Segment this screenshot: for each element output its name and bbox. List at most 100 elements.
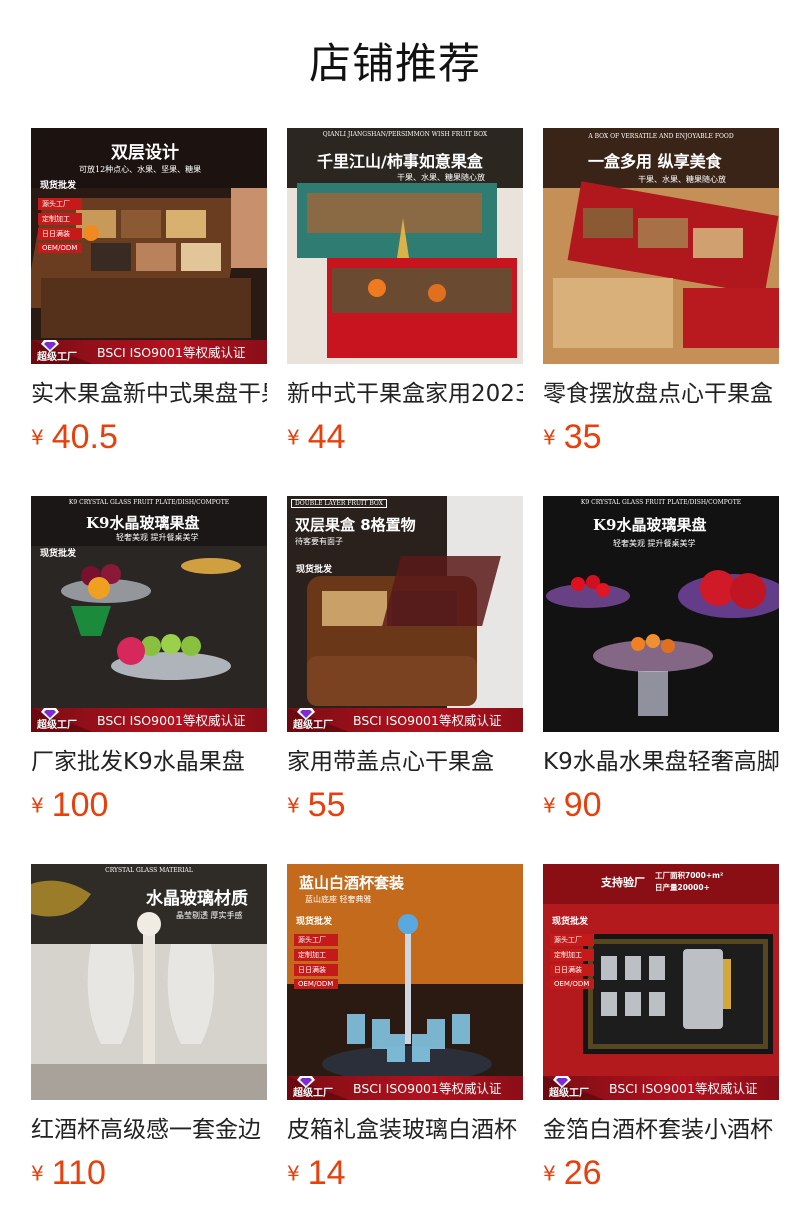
product-price: ¥110 [31, 1154, 106, 1193]
product-price: ¥55 [287, 786, 346, 825]
product-card[interactable]: DOUBLE LAYER FRUIT BOX 双层果盒 8格置物 待客要有面子 … [287, 496, 523, 836]
product-name[interactable]: 金箔白酒杯套装小酒杯 [543, 1114, 779, 1148]
tag-list: 源头工厂 定制加工 日日满装 OEM/ODM [550, 934, 594, 992]
product-image[interactable]: CRYSTAL GLASS MATERIAL 水晶玻璃材质 晶莹剔透 厚实手感 [31, 864, 267, 1100]
price-value: 100 [51, 786, 109, 824]
image-top-text: K9 CRYSTAL GLASS FRUIT PLATE/DISH/COMPOT… [580, 499, 742, 506]
product-price: ¥44 [287, 418, 346, 457]
image-subtext: 干果、水果、糖果随心放 [638, 175, 726, 184]
image-subtext: 轻奢美观 提升餐桌美学 [116, 533, 199, 542]
product-card[interactable]: K9 CRYSTAL GLASS FRUIT PLATE/DISH/COMPOT… [31, 496, 267, 836]
cert-banner: 超级工厂 BSCI ISO9001等权威认证 [287, 1076, 523, 1100]
tag: 源头工厂 [294, 934, 338, 946]
product-card[interactable]: 双层设计 可放12种点心、水果、坚果、糖果 现货批发 源头工厂 定制加工 日日满… [31, 128, 267, 468]
product-name[interactable]: 零食摆放盘点心干果盒 [543, 378, 779, 412]
currency-symbol: ¥ [543, 1161, 556, 1186]
tag: 源头工厂 [38, 198, 82, 210]
currency-symbol: ¥ [543, 425, 556, 450]
product-image[interactable]: 支持验厂 工厂面积7000+m² 日产量20000+ 现货批发 源头工厂 定制加… [543, 864, 779, 1100]
image-subtext: 蓝山底座 轻奢典雅 [305, 895, 372, 904]
tag-main: 现货批发 [40, 181, 77, 191]
badge-label: 超级工厂 [293, 720, 333, 731]
badge-label: 超级工厂 [37, 352, 77, 363]
tag: 日日满装 [550, 964, 594, 976]
price-value: 44 [307, 418, 346, 456]
currency-symbol: ¥ [31, 425, 44, 450]
product-name[interactable]: 厂家批发K9水晶果盘 [31, 746, 267, 780]
image-top-text: CRYSTAL GLASS MATERIAL [105, 867, 193, 874]
image-headline: 一盒多用 纵享美食 [588, 152, 722, 171]
product-image[interactable]: QIANLI JIANGSHAN/PERSIMMON WISH FRUIT BO… [287, 128, 523, 364]
price-value: 26 [563, 1154, 602, 1192]
tag-main: 现货批发 [296, 917, 333, 927]
product-price: ¥40.5 [31, 418, 118, 457]
cert-banner: 超级工厂 BSCI ISO9001等权威认证 [543, 1076, 779, 1100]
image-top-text: A BOX OF VERSATILE AND ENJOYABLE FOOD [588, 133, 734, 140]
currency-symbol: ¥ [287, 793, 300, 818]
currency-symbol: ¥ [31, 793, 44, 818]
tag: 源头工厂 [550, 934, 594, 946]
product-image[interactable]: 双层设计 可放12种点心、水果、坚果、糖果 现货批发 源头工厂 定制加工 日日满… [31, 128, 267, 364]
price-value: 110 [51, 1154, 106, 1192]
product-name[interactable]: K9水晶水果盘轻奢高脚 [543, 746, 779, 780]
product-image[interactable]: DOUBLE LAYER FRUIT BOX 双层果盒 8格置物 待客要有面子 … [287, 496, 523, 732]
currency-symbol: ¥ [287, 425, 300, 450]
tag: 定制加工 [294, 949, 338, 961]
image-subtext: 工厂面积7000+m² [655, 871, 724, 880]
tag: OEM/ODM [550, 979, 594, 989]
tag: 日日满装 [294, 964, 338, 976]
badge-label: 超级工厂 [37, 720, 77, 731]
badge-label: 超级工厂 [293, 1088, 333, 1099]
image-subtext: 干果、水果、糖果随心放 [397, 173, 485, 182]
currency-symbol: ¥ [543, 793, 556, 818]
page-title: 店铺推荐 [308, 39, 481, 88]
product-card[interactable]: 支持验厂 工厂面积7000+m² 日产量20000+ 现货批发 源头工厂 定制加… [543, 864, 779, 1204]
tag-list: 源头工厂 定制加工 日日满装 OEM/ODM [294, 934, 338, 992]
product-image[interactable]: A BOX OF VERSATILE AND ENJOYABLE FOOD 一盒… [543, 128, 779, 364]
currency-symbol: ¥ [31, 1161, 44, 1186]
product-card[interactable]: 蓝山白酒杯套装 蓝山底座 轻奢典雅 现货批发 源头工厂 定制加工 日日满装 OE… [287, 864, 523, 1204]
product-image[interactable]: K9 CRYSTAL GLASS FRUIT PLATE/DISH/COMPOT… [543, 496, 779, 732]
image-headline: K9水晶玻璃果盘 [593, 516, 707, 534]
product-card[interactable]: A BOX OF VERSATILE AND ENJOYABLE FOOD 一盒… [543, 128, 779, 468]
image-top-text: DOUBLE LAYER FRUIT BOX [291, 499, 387, 508]
image-headline: 双层果盒 8格置物 [295, 516, 416, 534]
badge-label: 超级工厂 [549, 1088, 589, 1099]
product-card[interactable]: QIANLI JIANGSHAN/PERSIMMON WISH FRUIT BO… [287, 128, 523, 468]
image-subtext: 晶莹剔透 厚实手感 [176, 911, 243, 920]
price-value: 35 [563, 418, 602, 456]
cert-text: BSCI ISO9001等权威认证 [609, 1081, 758, 1096]
image-headline: K9水晶玻璃果盘 [86, 514, 200, 532]
cert-banner: 超级工厂 BSCI ISO9001等权威认证 [31, 340, 267, 364]
product-card[interactable]: CRYSTAL GLASS MATERIAL 水晶玻璃材质 晶莹剔透 厚实手感 … [31, 864, 267, 1204]
image-headline: 千里江山/柿事如意果盒 [317, 152, 483, 171]
price-value: 90 [563, 786, 602, 824]
image-headline: 水晶玻璃材质 [146, 889, 248, 909]
currency-symbol: ¥ [287, 1161, 300, 1186]
product-price: ¥14 [287, 1154, 346, 1193]
price-value: 14 [307, 1154, 346, 1192]
product-image[interactable]: K9 CRYSTAL GLASS FRUIT PLATE/DISH/COMPOT… [31, 496, 267, 732]
product-price: ¥26 [543, 1154, 602, 1193]
product-name[interactable]: 红酒杯高级感一套金边 [31, 1114, 267, 1148]
image-subtext: 轻奢美观 提升餐桌美学 [613, 539, 696, 548]
product-name[interactable]: 家用带盖点心干果盒 [287, 746, 523, 780]
image-subtext: 可放12种点心、水果、坚果、糖果 [79, 165, 202, 174]
product-name[interactable]: 皮箱礼盒装玻璃白酒杯 [287, 1114, 523, 1148]
product-price: ¥35 [543, 418, 602, 457]
product-name[interactable]: 新中式干果盒家用2023新款 [287, 378, 523, 412]
product-price: ¥100 [31, 786, 108, 825]
product-name[interactable]: 实木果盒新中式果盘干果盒 [31, 378, 267, 412]
cert-text: BSCI ISO9001等权威认证 [97, 713, 246, 728]
product-image[interactable]: 蓝山白酒杯套装 蓝山底座 轻奢典雅 现货批发 源头工厂 定制加工 日日满装 OE… [287, 864, 523, 1100]
cert-text: BSCI ISO9001等权威认证 [97, 345, 246, 360]
tag: 定制加工 [38, 213, 82, 225]
image-top-text: K9 CRYSTAL GLASS FRUIT PLATE/DISH/COMPOT… [68, 499, 230, 506]
image-headline: 蓝山白酒杯套装 [299, 874, 405, 892]
tag-main: 现货批发 [552, 917, 589, 927]
cert-text: BSCI ISO9001等权威认证 [353, 1081, 502, 1096]
tag: 日日满装 [38, 228, 82, 240]
price-value: 40.5 [51, 418, 118, 456]
product-card[interactable]: K9 CRYSTAL GLASS FRUIT PLATE/DISH/COMPOT… [543, 496, 779, 836]
tag-list: 源头工厂 定制加工 日日满装 OEM/ODM [38, 198, 82, 256]
